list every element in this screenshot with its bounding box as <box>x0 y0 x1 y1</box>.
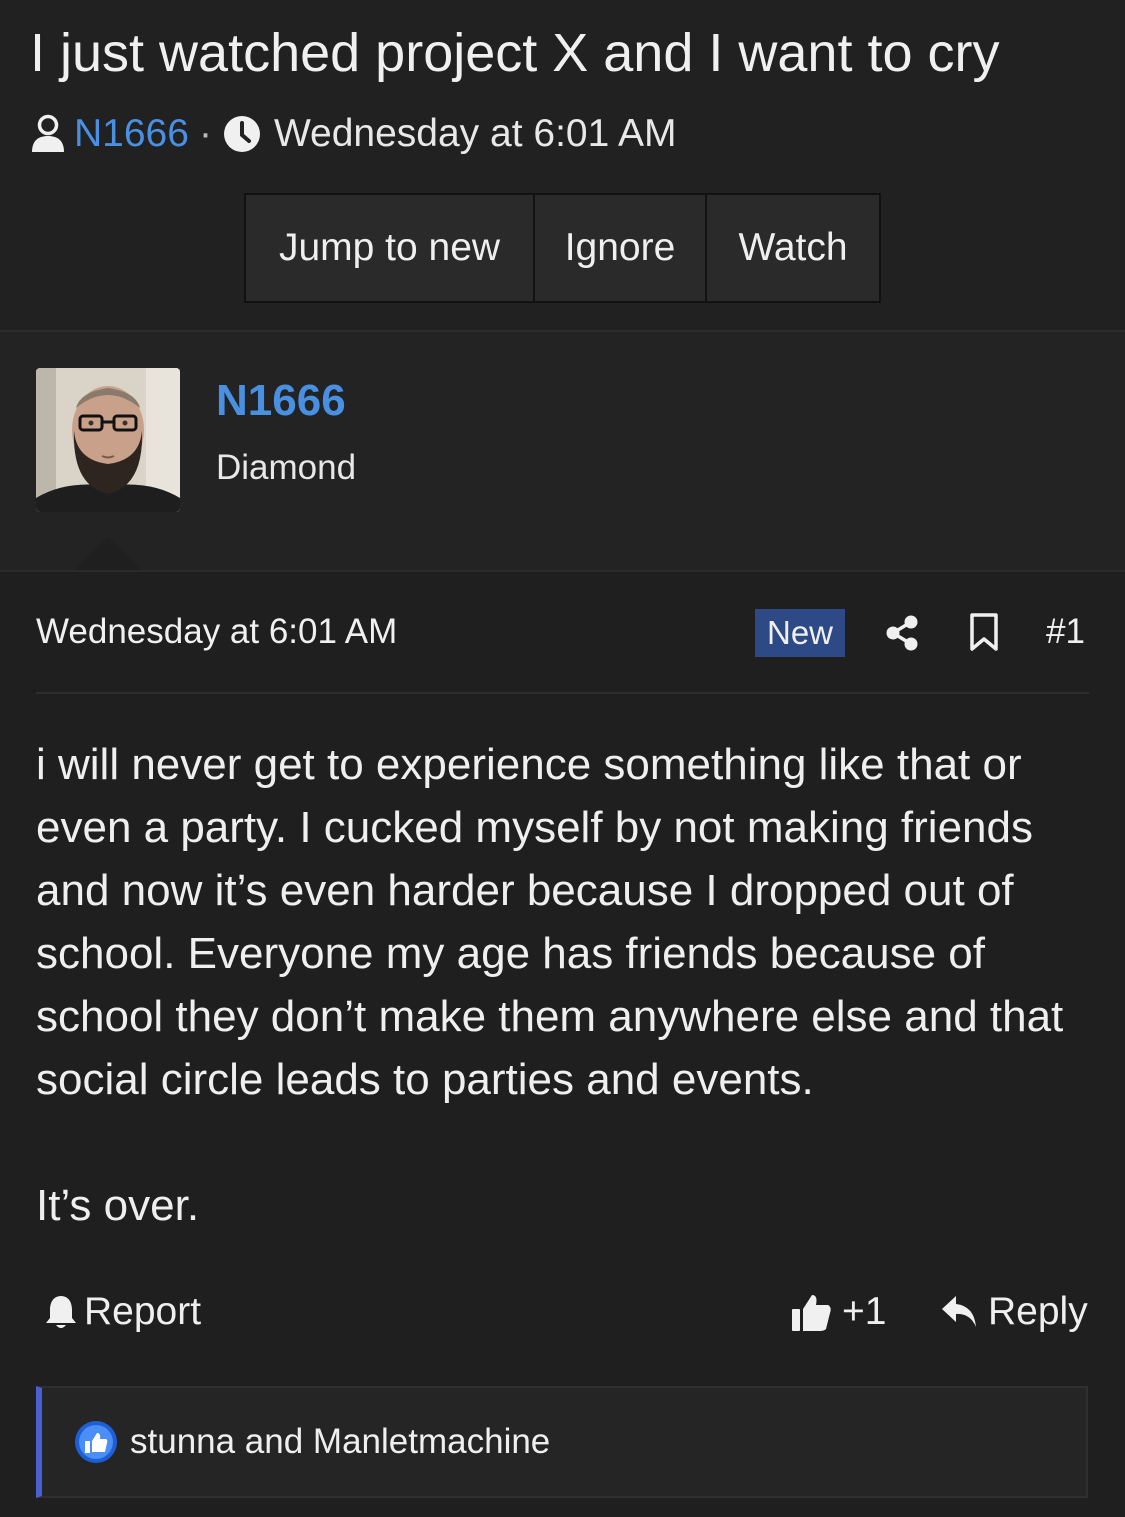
post-paragraph: i will never get to experience something… <box>36 740 1064 1104</box>
reply-button[interactable]: Reply <box>940 1290 1088 1334</box>
like-button[interactable]: +1 <box>790 1290 886 1334</box>
post-body: i will never get to experience something… <box>36 733 1096 1237</box>
reply-icon <box>940 1294 978 1330</box>
like-reaction-icon <box>74 1420 118 1464</box>
clock-icon <box>222 114 262 154</box>
post-author-name[interactable]: N1666 <box>216 376 346 426</box>
post-paragraph: It’s over. <box>36 1181 200 1230</box>
user-icon <box>30 114 66 154</box>
new-badge: New <box>755 609 845 657</box>
report-button[interactable]: Report <box>44 1290 201 1334</box>
thread-title: I just watched project X and I want to c… <box>30 23 1000 83</box>
post-date[interactable]: Wednesday at 6:01 AM <box>36 612 397 652</box>
divider <box>0 570 1125 572</box>
thumbs-up-icon <box>790 1291 832 1333</box>
reactions-bar[interactable]: stunna and Manletmachine <box>36 1386 1088 1498</box>
reply-label: Reply <box>988 1290 1088 1333</box>
report-label: Report <box>84 1290 202 1333</box>
thread-author-link[interactable]: N1666 <box>74 112 189 156</box>
divider <box>36 692 1089 694</box>
thread-timestamp: Wednesday at 6:01 AM <box>273 112 677 155</box>
thread-header: I just watched project X and I want to c… <box>0 0 1125 330</box>
message-arrow <box>74 537 142 571</box>
bookmark-icon[interactable] <box>968 612 1000 657</box>
reactions-text: stunna and Manletmachine <box>130 1422 551 1461</box>
bell-icon <box>44 1293 78 1331</box>
post-number-link[interactable]: #1 <box>1046 612 1085 652</box>
thread-actions: Jump to new Ignore Watch <box>244 193 881 303</box>
jump-to-new-button[interactable]: Jump to new <box>246 195 535 301</box>
watch-button[interactable]: Watch <box>707 195 879 301</box>
share-icon[interactable] <box>884 614 920 657</box>
thread-meta: N1666 · Wednesday at 6:01 AM <box>30 112 676 156</box>
meta-separator: · <box>198 112 212 155</box>
avatar[interactable] <box>36 368 180 512</box>
user-title: Diamond <box>216 448 357 487</box>
like-count: +1 <box>842 1290 887 1333</box>
ignore-button[interactable]: Ignore <box>535 195 707 301</box>
post-author-block: N1666 Diamond <box>0 332 1125 572</box>
